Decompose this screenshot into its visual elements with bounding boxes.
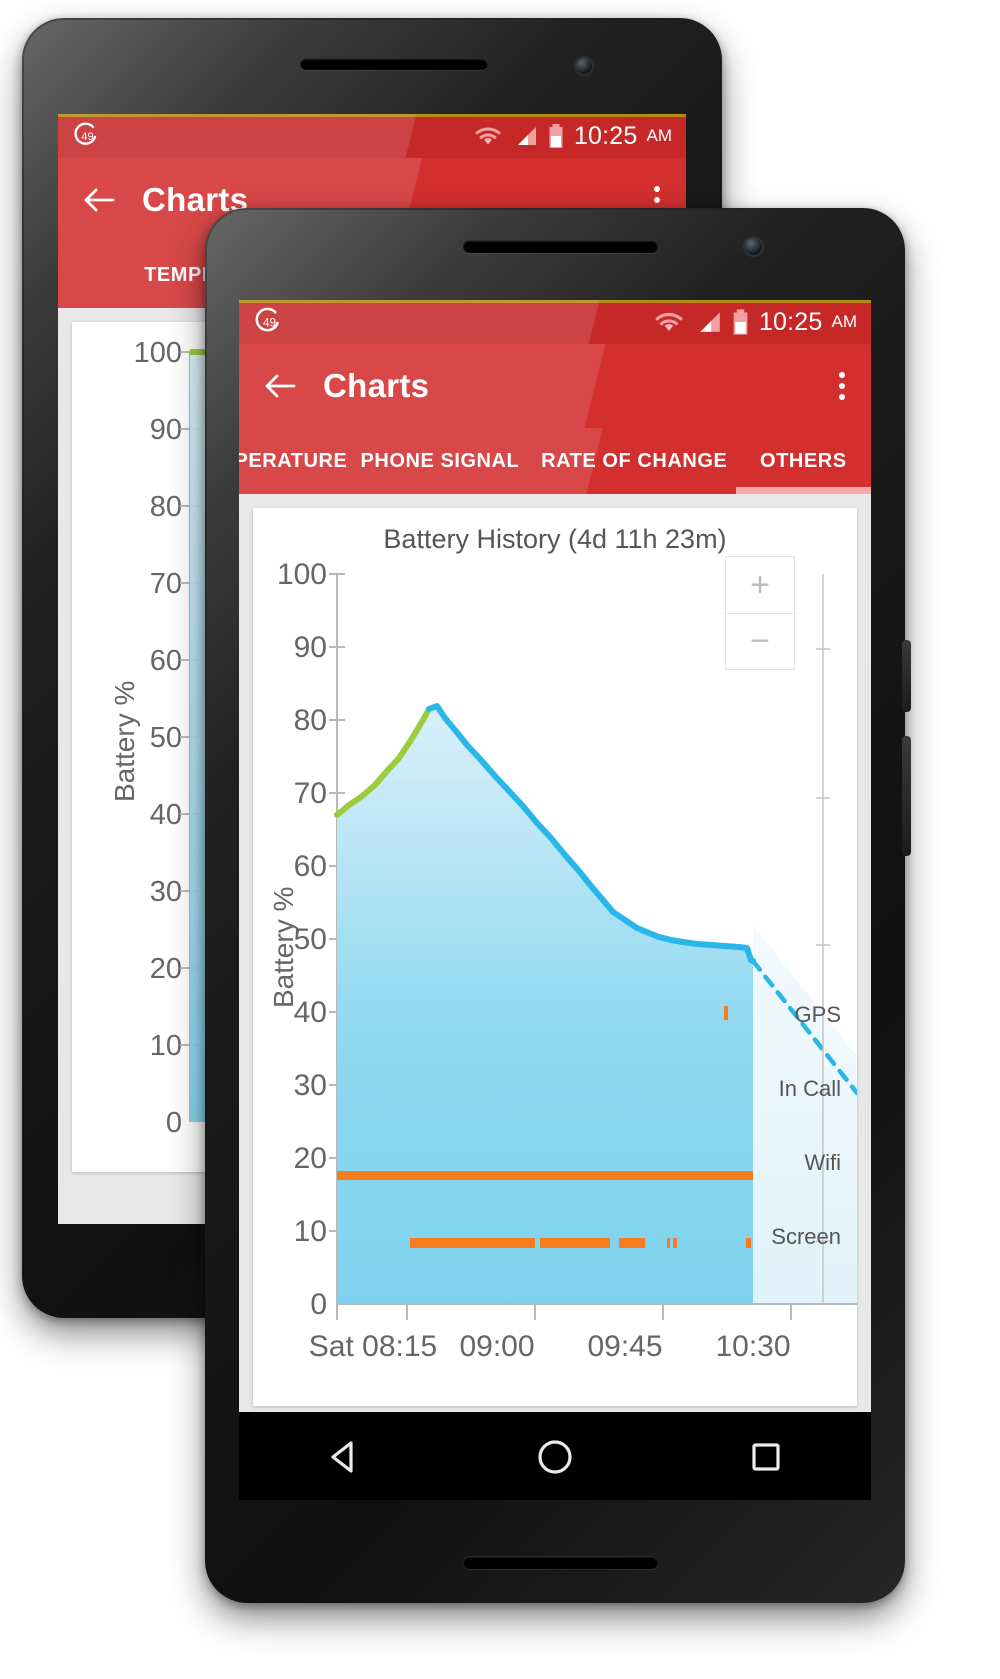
notification-badge-icon: 49 — [255, 307, 279, 332]
back-status-right: 10:25 AM — [473, 122, 686, 151]
back-status-bar: 49 10:25 AM — [58, 114, 686, 158]
legend-in-call: In Call — [778, 1076, 841, 1101]
x-tick-0: Sat 08:15 — [309, 1330, 437, 1363]
svg-text:0: 0 — [166, 1107, 182, 1139]
front-camera-icon-2 — [745, 238, 762, 255]
chart-title: Battery History (4d 11h 23m) — [383, 524, 727, 554]
tab-phone-signal[interactable]: PHONE SIGNAL — [347, 428, 533, 494]
overflow-menu-icon[interactable] — [839, 372, 845, 400]
status-bar-clock: 10:25 — [758, 307, 823, 336]
tab-temperature[interactable]: TEMPERATURE — [239, 428, 347, 494]
status-bar-ampm: AM — [646, 126, 673, 145]
page-title: Charts — [323, 367, 430, 404]
battery-icon — [549, 124, 563, 148]
back-status-left: 49 — [58, 121, 102, 151]
legend-gps: GPS — [794, 1002, 841, 1027]
nav-back-triangle-icon[interactable] — [322, 1435, 366, 1479]
svg-text:100: 100 — [277, 558, 327, 591]
front-camera-icon — [576, 58, 592, 74]
svg-text:30: 30 — [150, 876, 182, 908]
tab-others[interactable]: OTHERS — [735, 428, 871, 494]
wifi-icon — [475, 127, 501, 145]
status-bar-ampm: AM — [831, 312, 858, 331]
power-button[interactable] — [902, 640, 911, 712]
notification-badge-icon: 49 — [74, 122, 97, 145]
svg-text:10: 10 — [294, 1215, 327, 1248]
android-nav-bar — [239, 1412, 871, 1500]
front-earpiece-speaker — [463, 240, 658, 253]
svg-text:100: 100 — [134, 337, 182, 369]
chart-content: Battery History (4d 11h 23m) + − 100 90 … — [239, 494, 871, 1412]
svg-text:70: 70 — [294, 777, 327, 810]
chart-card: Battery History (4d 11h 23m) + − 100 90 … — [253, 508, 857, 1406]
status-top-line — [239, 300, 871, 303]
earpiece-speaker — [300, 58, 488, 70]
bottom-speaker — [463, 1556, 658, 1569]
legend-wifi: Wifi — [804, 1150, 841, 1175]
foreground-phone: 49 10:25 AM Charts PERATURE PHONE SIGNAL… — [205, 208, 911, 1603]
svg-text:90: 90 — [294, 631, 327, 664]
svg-text:20: 20 — [150, 953, 182, 985]
status-bar-right: 10:25 AM — [653, 308, 871, 337]
volume-button[interactable] — [902, 736, 911, 856]
status-bar-clock: 10:25 — [573, 121, 638, 150]
cell-signal-icon — [700, 312, 720, 332]
x-tick-2: 09:45 — [587, 1330, 662, 1363]
svg-text:80: 80 — [150, 491, 182, 523]
badge-count: 49 — [81, 131, 93, 143]
zoom-out-button[interactable]: − — [726, 614, 794, 670]
svg-text:90: 90 — [150, 414, 182, 446]
badge-count-2: 49 — [263, 316, 276, 329]
back-y-axis-label: Battery % — [109, 681, 140, 802]
nav-recents-square-icon[interactable] — [744, 1435, 788, 1479]
event-wifi — [337, 1171, 753, 1180]
app-bar: Charts — [239, 344, 871, 428]
svg-text:0: 0 — [310, 1288, 327, 1321]
svg-text:70: 70 — [150, 568, 182, 600]
back-status-top-line — [58, 114, 686, 117]
wifi-icon — [655, 312, 683, 332]
tab-rate-of-change[interactable]: RATE OF CHANGE — [533, 428, 736, 494]
status-bar-left: 49 — [239, 306, 285, 338]
zoom-in-button[interactable]: + — [726, 557, 794, 613]
zoom-controls[interactable]: + − — [725, 556, 795, 670]
svg-text:60: 60 — [150, 645, 182, 677]
legend-screen: Screen — [771, 1224, 841, 1249]
status-bar: 49 10:25 AM — [239, 300, 871, 344]
svg-text:10: 10 — [150, 1030, 182, 1062]
event-gps — [724, 1006, 728, 1020]
battery-icon — [733, 309, 748, 335]
svg-text:20: 20 — [294, 1142, 327, 1175]
foreground-phone-screen: 49 10:25 AM Charts PERATURE PHONE SIGNAL… — [239, 300, 871, 1500]
svg-text:60: 60 — [294, 850, 327, 883]
cell-signal-icon — [517, 127, 536, 145]
y-axis-title: Battery % — [268, 887, 299, 1008]
svg-text:50: 50 — [150, 722, 182, 754]
back-arrow-icon[interactable] — [82, 183, 116, 217]
x-tick-3: 10:30 — [715, 1330, 790, 1363]
svg-text:80: 80 — [294, 704, 327, 737]
tab-bar: TEMPERATURE PHONE SIGNAL RATE OF CHANGE … — [239, 428, 871, 494]
nav-home-circle-icon[interactable] — [532, 1434, 578, 1480]
x-tick-1: 09:00 — [459, 1330, 534, 1363]
svg-text:40: 40 — [150, 799, 182, 831]
back-arrow-icon[interactable] — [263, 369, 297, 403]
svg-text:30: 30 — [294, 1069, 327, 1102]
